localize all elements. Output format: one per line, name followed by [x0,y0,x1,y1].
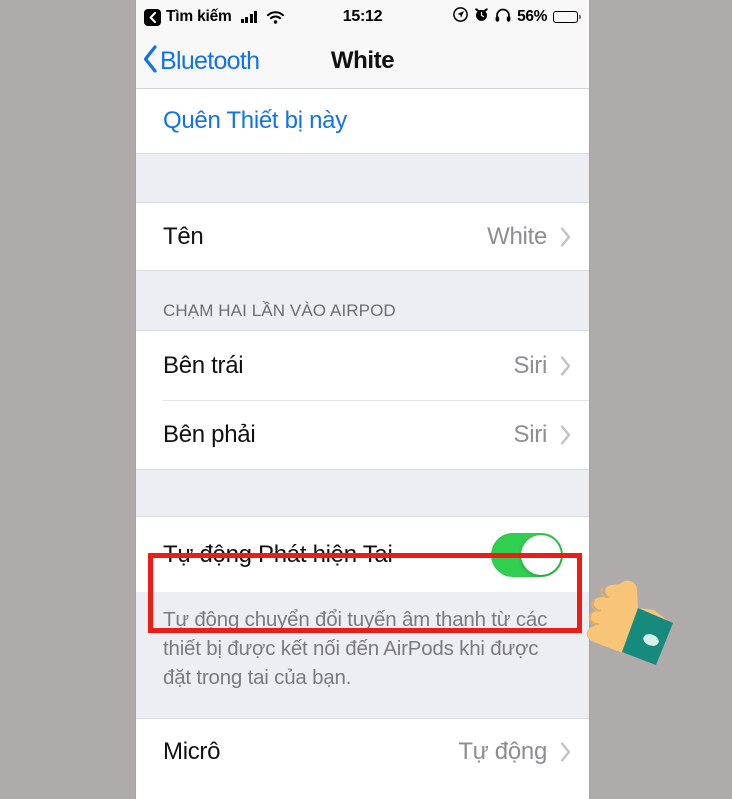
ear-detection-footer-text: Tự động chuyển đổi tuyến âm thanh từ các… [136,592,589,720]
alarm-clock-icon [474,7,489,27]
section-gap-1 [136,153,589,203]
right-airpod-label: Bên phải [163,420,256,448]
left-airpod-label: Bên trái [163,351,244,379]
name-row[interactable]: Tên White [136,203,589,270]
right-airpod-row[interactable]: Bên phải Siri [136,400,589,469]
back-chevron-icon[interactable] [144,8,161,26]
headphones-icon [495,8,511,27]
name-value: White [487,222,547,250]
section-header-double-tap: CHẠM HAI LẦN VÀO AIRPOD [136,270,589,331]
cellular-signal-icon [240,11,258,23]
chevron-right-icon [559,355,572,377]
ear-detection-toggle[interactable] [491,532,563,577]
forget-device-row[interactable]: Quên Thiết bị này [136,89,589,153]
pointing-hand-icon [576,566,680,672]
back-button-label: Bluetooth [160,46,260,75]
chevron-left-icon [142,44,159,79]
battery-icon [553,11,581,23]
wifi-icon [267,10,285,24]
toggle-knob [521,534,561,575]
chevron-right-icon [559,424,572,446]
ear-detection-label: Tự động Phát hiện Tai [163,540,393,568]
back-to-bluetooth-button[interactable]: Bluetooth [136,44,260,79]
section-gap-2 [136,469,589,517]
microphone-row[interactable]: Micrô Tự động [136,719,589,786]
status-bar: Tìm kiếm 15:12 56% [136,0,589,34]
forget-device-label: Quên Thiết bị này [163,107,347,134]
phone-screen: Tìm kiếm 15:12 56% Bluetooth White Quên … [136,0,589,799]
navigation-bar: Bluetooth White [136,34,589,89]
status-bar-back-label[interactable]: Tìm kiếm [166,9,232,26]
chevron-right-icon [559,741,572,763]
status-bar-right: 56% [453,7,581,27]
microphone-label: Micrô [163,738,221,766]
microphone-value: Tự động [458,738,547,766]
battery-percent-label: 56% [517,8,547,25]
chevron-right-icon [559,226,572,248]
left-airpod-value: Siri [513,351,548,379]
status-bar-left: Tìm kiếm [144,8,285,26]
left-airpod-row[interactable]: Bên trái Siri [136,331,589,400]
ear-detection-row[interactable]: Tự động Phát hiện Tai [136,517,589,592]
name-label: Tên [163,222,204,250]
location-arrow-icon [453,7,469,27]
right-airpod-value: Siri [513,420,548,448]
